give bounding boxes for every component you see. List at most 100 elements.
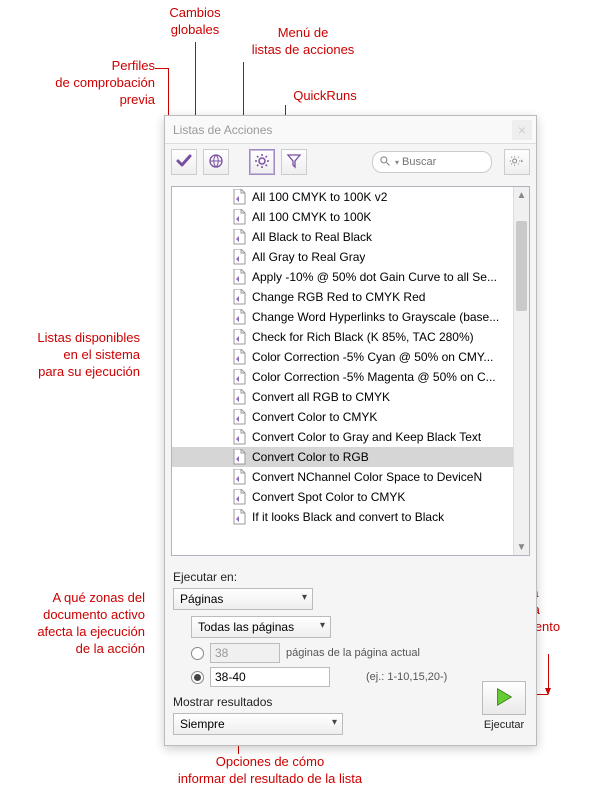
list-item-label: Check for Rich Black (K 85%, TAC 280%) [252, 330, 474, 344]
document-icon [232, 329, 246, 345]
document-icon [232, 409, 246, 425]
list-item[interactable]: Change RGB Red to CMYK Red [172, 287, 513, 307]
scope-select-value: Páginas [180, 592, 223, 606]
check-icon [176, 153, 192, 172]
list-item-label: Convert NChannel Color Space to DeviceN [252, 470, 482, 484]
action-lists-menu-button[interactable] [249, 149, 275, 175]
titlebar[interactable]: Listas de Acciones × [165, 116, 536, 144]
list-item-label: Color Correction -5% Magenta @ 50% on C.… [252, 370, 496, 384]
arrow [548, 654, 549, 694]
relative-pages-input[interactable] [210, 643, 280, 663]
document-icon [232, 469, 246, 485]
options-panel: Ejecutar en: Páginas Todas las páginas p… [165, 562, 536, 745]
list-item[interactable]: All 100 CMYK to 100K [172, 207, 513, 227]
document-icon [232, 249, 246, 265]
list-item-label: All 100 CMYK to 100K v2 [252, 190, 387, 204]
callout-a-que-zonas: A qué zonas del documento activo afecta … [10, 590, 145, 658]
list-item[interactable]: All Black to Real Black [172, 227, 513, 247]
page-range-radio[interactable] [191, 671, 204, 684]
relative-pages-suffix: páginas de la página actual [286, 647, 420, 659]
preflight-check-button[interactable] [171, 149, 197, 175]
list-item[interactable]: Convert Color to CMYK [172, 407, 513, 427]
close-button[interactable]: × [512, 120, 532, 140]
pages-select-value: Todas las páginas [198, 620, 294, 634]
list-item-label: If it looks Black and convert to Black [252, 510, 444, 524]
document-icon [232, 289, 246, 305]
scroll-thumb[interactable] [516, 221, 527, 311]
scroll-up-button[interactable]: ▲ [514, 187, 529, 203]
search-input[interactable] [402, 156, 482, 168]
callout-opciones: Opciones de cómo informar del resultado … [145, 754, 395, 788]
arrow [155, 68, 168, 69]
scrollbar[interactable]: ▲ ▼ [513, 187, 529, 555]
document-icon [232, 369, 246, 385]
list-item[interactable]: If it looks Black and convert to Black [172, 507, 513, 527]
list-item[interactable]: Convert Color to RGB [172, 447, 513, 467]
list-item-label: All Black to Real Black [252, 230, 372, 244]
window-title: Listas de Acciones [173, 123, 272, 137]
filter-icon [286, 153, 302, 172]
list-item[interactable]: All 100 CMYK to 100K v2 [172, 187, 513, 207]
action-lists-dialog: Listas de Acciones × ▾ All 100 CMYK to 1… [164, 115, 537, 746]
page-range-input[interactable] [210, 667, 330, 687]
show-results-label: Mostrar resultados [173, 695, 528, 709]
search-icon [379, 155, 395, 170]
document-icon [232, 429, 246, 445]
list-item[interactable]: Convert all RGB to CMYK [172, 387, 513, 407]
play-icon [493, 686, 515, 711]
list-item[interactable]: Check for Rich Black (K 85%, TAC 280%) [172, 327, 513, 347]
document-icon [232, 209, 246, 225]
list-item[interactable]: Convert NChannel Color Space to DeviceN [172, 467, 513, 487]
list-item[interactable]: Change Word Hyperlinks to Grayscale (bas… [172, 307, 513, 327]
global-changes-button[interactable] [203, 149, 229, 175]
gear-icon [254, 153, 270, 172]
list-item[interactable]: All Gray to Real Gray [172, 247, 513, 267]
toolbar: ▾ [165, 144, 536, 180]
callout-listas-disponibles: Listas disponibles en el sistema para su… [10, 330, 140, 381]
scope-select[interactable]: Páginas [173, 588, 313, 610]
gear-icon [509, 153, 525, 172]
list-item-label: Convert Color to Gray and Keep Black Tex… [252, 430, 481, 444]
pages-select[interactable]: Todas las páginas [191, 616, 331, 638]
settings-menu-button[interactable] [504, 149, 530, 175]
list-item-label: Apply -10% @ 50% dot Gain Curve to all S… [252, 270, 497, 284]
list-item-label: Convert all RGB to CMYK [252, 390, 390, 404]
relative-pages-radio[interactable] [191, 647, 204, 660]
action-list[interactable]: All 100 CMYK to 100K v2 All 100 CMYK to 1… [171, 186, 530, 556]
list-item-label: Convert Spot Color to CMYK [252, 490, 405, 504]
execute-button[interactable] [482, 681, 526, 715]
document-icon [232, 309, 246, 325]
callout-perfiles: Perfiles de comprobación previa [35, 58, 155, 109]
list-item[interactable]: Color Correction -5% Magenta @ 50% on C.… [172, 367, 513, 387]
list-item-label: Convert Color to CMYK [252, 410, 377, 424]
show-results-value: Siempre [180, 717, 225, 731]
document-icon [232, 269, 246, 285]
list-item[interactable]: Convert Spot Color to CMYK [172, 487, 513, 507]
quickruns-button[interactable] [281, 149, 307, 175]
document-icon [232, 229, 246, 245]
document-icon [232, 349, 246, 365]
callout-quickruns: QuickRuns [280, 88, 370, 105]
show-results-select[interactable]: Siempre [173, 713, 343, 735]
list-item[interactable]: Color Correction -5% Cyan @ 50% on CMY..… [172, 347, 513, 367]
list-item-label: Change RGB Red to CMYK Red [252, 290, 425, 304]
list-item[interactable]: Convert Color to Gray and Keep Black Tex… [172, 427, 513, 447]
list-item-label: Convert Color to RGB [252, 450, 369, 464]
document-icon [232, 509, 246, 525]
globe-icon [208, 153, 224, 172]
document-icon [232, 489, 246, 505]
scroll-down-button[interactable]: ▼ [514, 539, 529, 555]
list-item-label: All Gray to Real Gray [252, 250, 365, 264]
list-item-label: Color Correction -5% Cyan @ 50% on CMY..… [252, 350, 493, 364]
list-item[interactable]: Apply -10% @ 50% dot Gain Curve to all S… [172, 267, 513, 287]
document-icon [232, 449, 246, 465]
document-icon [232, 189, 246, 205]
execute-label: Ejecutar [482, 719, 526, 731]
run-on-label: Ejecutar en: [173, 570, 528, 584]
search-box[interactable]: ▾ [372, 151, 492, 173]
range-hint: (ej.: 1-10,15,20-) [366, 671, 447, 683]
callout-menu-listas: Menú de listas de acciones [238, 25, 368, 59]
callout-cambios-globales: Cambios globales [150, 5, 240, 39]
list-item-label: All 100 CMYK to 100K [252, 210, 371, 224]
dropdown-caret-icon: ▾ [395, 158, 399, 167]
